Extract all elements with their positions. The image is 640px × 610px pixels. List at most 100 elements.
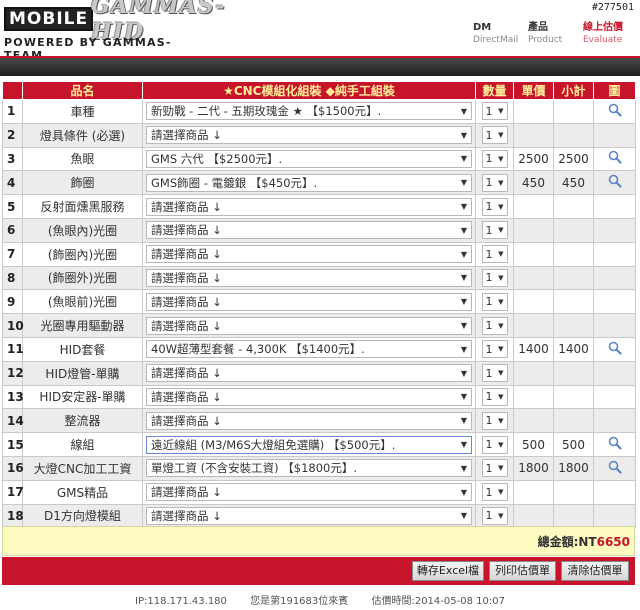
- quantity-select[interactable]: 1 ▼: [481, 506, 508, 525]
- product-select[interactable]: GMS 六代 【$2500元】. ▼: [146, 149, 472, 168]
- magnifier-icon[interactable]: [608, 174, 622, 188]
- row-image-cell: [593, 265, 636, 291]
- product-select[interactable]: 40W超薄型套餐 - 4,300K 【$1400元】. ▼: [146, 340, 472, 359]
- row-product-cell: 單燈工資 (不含安裝工資) 【$1800元】. ▼: [142, 455, 476, 481]
- quantity-select[interactable]: 1 ▼: [481, 459, 508, 478]
- row-unit-price: [513, 313, 554, 338]
- quantity-value: 1: [485, 104, 493, 118]
- chevron-down-icon: ▼: [498, 202, 504, 211]
- product-select[interactable]: 請選擇商品 ↓ ▼: [146, 268, 472, 287]
- quantity-select[interactable]: 1 ▼: [481, 435, 508, 454]
- row-number: 13: [2, 384, 24, 410]
- product-select[interactable]: 請選擇商品 ↓ ▼: [146, 197, 472, 216]
- table-header-row: 品名 ★CNC模組化組裝 ◆純手工組裝 數量 單價 小計 圖: [2, 81, 636, 100]
- site-logo[interactable]: MOBILE GAMMAS-HID POWERED BY GAMMAS-TEAM: [4, 0, 225, 62]
- row-qty-cell: 1 ▼: [475, 479, 514, 505]
- product-select[interactable]: 請選擇商品 ↓ ▼: [146, 387, 472, 406]
- row-number: 12: [2, 360, 24, 386]
- quantity-select[interactable]: 1 ▼: [481, 316, 508, 335]
- row-image-cell: [593, 289, 636, 315]
- product-select[interactable]: 遠近線組 (M3/M6S大燈組免選購) 【$500元】. ▼: [146, 435, 472, 454]
- product-select[interactable]: 請選擇商品 ↓ ▼: [146, 292, 472, 311]
- print-quote-button[interactable]: 列印估價單: [489, 561, 556, 581]
- product-select[interactable]: 請選擇商品 ↓ ▼: [146, 364, 472, 383]
- row-qty-cell: 1 ▼: [475, 384, 514, 410]
- export-excel-button[interactable]: 轉存Excel檔: [412, 561, 484, 581]
- row-number: 1: [2, 99, 23, 124]
- row-item-name: 大燈CNC加工工資: [22, 455, 143, 481]
- quantity-select[interactable]: 1 ▼: [481, 364, 508, 383]
- product-select[interactable]: 請選擇商品 ↓ ▼: [146, 245, 472, 264]
- quantity-value: 1: [485, 414, 493, 428]
- magnifier-icon[interactable]: [608, 103, 622, 117]
- quantity-select[interactable]: 1 ▼: [481, 149, 508, 168]
- quantity-select[interactable]: 1 ▼: [481, 126, 508, 145]
- col-header-image: 圖: [593, 81, 636, 100]
- row-qty-cell: 1 ▼: [475, 241, 514, 267]
- nav-item-sublabel: Evaluate: [583, 35, 623, 45]
- quantity-select[interactable]: 1 ▼: [481, 483, 508, 502]
- quantity-select[interactable]: 1 ▼: [481, 411, 508, 430]
- col-header-subtotal: 小計: [553, 81, 594, 100]
- footer-ip: IP:118.171.43.180: [135, 596, 227, 607]
- chevron-down-icon: ▼: [460, 297, 467, 307]
- product-select[interactable]: 單燈工資 (不含安裝工資) 【$1800元】. ▼: [146, 459, 472, 478]
- row-number: 9: [2, 289, 23, 315]
- chevron-down-icon: ▼: [498, 226, 504, 235]
- row-qty-cell: 1 ▼: [475, 336, 514, 362]
- col-header-qty: 數量: [475, 81, 514, 100]
- quantity-select[interactable]: 1 ▼: [481, 173, 508, 192]
- quantity-select[interactable]: 1 ▼: [481, 221, 508, 240]
- row-subtotal: [553, 384, 594, 410]
- product-select[interactable]: 請選擇商品 ↓ ▼: [146, 221, 472, 240]
- row-qty-cell: 1 ▼: [475, 194, 514, 219]
- quantity-select[interactable]: 1 ▼: [481, 268, 508, 287]
- row-product-cell: GMS 六代 【$2500元】. ▼: [142, 146, 476, 172]
- row-qty-cell: 1 ▼: [475, 122, 514, 148]
- product-select[interactable]: 請選擇商品 ↓ ▼: [146, 506, 472, 525]
- row-image-cell: [593, 408, 636, 434]
- product-select[interactable]: 新勁戰 - 二代 - 五期玫瑰金 ★ 【$1500元】. ▼: [146, 102, 472, 121]
- chevron-down-icon: ▼: [460, 202, 467, 212]
- nav-item-1[interactable]: 產品 Product: [528, 22, 583, 46]
- row-unit-price: [513, 289, 554, 315]
- quantity-select[interactable]: 1 ▼: [481, 102, 508, 121]
- magnifier-icon[interactable]: [608, 150, 622, 165]
- col-header-product: ★CNC模組化組裝 ◆純手工組裝: [142, 81, 476, 100]
- table-row: 17 GMS精品 請選擇商品 ↓ ▼ 1 ▼: [2, 479, 636, 505]
- nav-item-2[interactable]: 線上估價 Evaluate: [583, 22, 638, 46]
- product-select[interactable]: 請選擇商品 ↓ ▼: [146, 483, 472, 502]
- row-number: 3: [2, 146, 23, 172]
- row-subtotal: 500: [553, 432, 594, 457]
- quantity-select[interactable]: 1 ▼: [481, 387, 508, 406]
- page-code: #277501: [591, 2, 634, 13]
- nav-item-0[interactable]: DM DirectMail: [473, 22, 528, 46]
- row-image-cell: [593, 99, 636, 124]
- quantity-select[interactable]: 1 ▼: [481, 292, 508, 311]
- chevron-down-icon: ▼: [460, 178, 467, 188]
- magnifier-icon[interactable]: [608, 341, 622, 355]
- row-unit-price: [513, 479, 554, 505]
- clear-quote-button[interactable]: 清除估價單: [561, 561, 629, 581]
- quantity-select[interactable]: 1 ▼: [481, 197, 508, 216]
- magnifier-icon[interactable]: [608, 460, 622, 474]
- quantity-value: 1: [485, 271, 493, 285]
- product-select[interactable]: 請選擇商品 ↓ ▼: [146, 411, 472, 430]
- table-row: 8 (飾圈外)光圈 請選擇商品 ↓ ▼ 1 ▼: [2, 265, 636, 291]
- quantity-select[interactable]: 1 ▼: [481, 340, 508, 359]
- quantity-value: 1: [485, 295, 493, 309]
- row-qty-cell: 1 ▼: [475, 503, 514, 529]
- row-qty-cell: 1 ▼: [475, 99, 514, 124]
- product-select[interactable]: 請選擇商品 ↓ ▼: [146, 126, 472, 145]
- table-row: 13 HID安定器-單購 請選擇商品 ↓ ▼ 1 ▼: [2, 384, 636, 410]
- quantity-value: 1: [485, 438, 493, 452]
- chevron-down-icon: ▼: [460, 106, 467, 116]
- product-select[interactable]: GMS飾圈 - 電鍍銀 【$450元】. ▼: [146, 173, 472, 192]
- quantity-select[interactable]: 1 ▼: [481, 245, 508, 264]
- page-footer: IP:118.171.43.180 您是第191683位來賓 估價時間:2014…: [0, 592, 640, 607]
- quantity-value: 1: [485, 319, 493, 333]
- row-number: 11: [2, 336, 24, 362]
- magnifier-icon[interactable]: [608, 436, 622, 450]
- row-qty-cell: 1 ▼: [475, 408, 514, 434]
- product-select[interactable]: 請選擇商品 ↓ ▼: [146, 316, 472, 335]
